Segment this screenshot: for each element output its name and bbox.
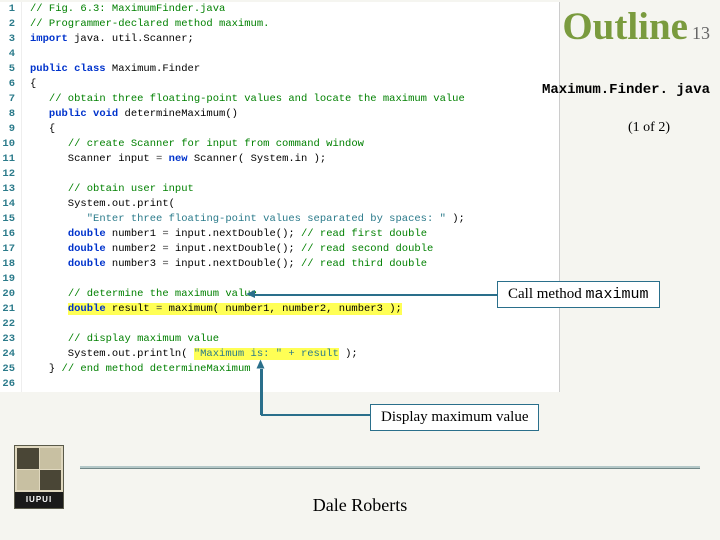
code-line: 9 { [0,122,559,137]
line-number: 4 [0,47,22,62]
code-content: { [22,122,55,137]
code-line: 1// Fig. 6.3: MaximumFinder.java [0,2,559,17]
arrow-head-icon [257,360,265,369]
line-number: 24 [0,347,22,362]
line-number: 17 [0,242,22,257]
code-content: // Fig. 6.3: MaximumFinder.java [22,2,225,17]
code-line: 3import java. util.Scanner; [0,32,559,47]
iupui-logo: IUPUI [14,445,64,509]
line-number: 20 [0,287,22,302]
arrow-head-icon [246,290,255,298]
code-line: 10 // create Scanner for input from comm… [0,137,559,152]
code-line: 2// Programmer-declared method maximum. [0,17,559,32]
line-number: 14 [0,197,22,212]
callout-call-method: Call method maximum [497,281,660,308]
line-number: 11 [0,152,22,167]
code-line: 16 double number1 = input.nextDouble(); … [0,227,559,242]
code-content [22,272,30,287]
line-number: 10 [0,137,22,152]
outline-title: Outline [562,4,688,49]
code-content: // display maximum value [22,332,219,347]
code-content: import java. util.Scanner; [22,32,194,47]
code-line: 24 System.out.println( "Maximum is: " + … [0,347,559,362]
code-line: 23 // display maximum value [0,332,559,347]
code-content: { [22,77,36,92]
line-number: 1 [0,2,22,17]
line-number: 23 [0,332,22,347]
code-listing: 1// Fig. 6.3: MaximumFinder.java2// Prog… [0,2,560,392]
code-content: // obtain user input [22,182,194,197]
code-line: 7 // obtain three floating-point values … [0,92,559,107]
code-content [22,47,30,62]
code-content: // Programmer-declared method maximum. [22,17,269,32]
code-line: 14 System.out.print( [0,197,559,212]
line-number: 8 [0,107,22,122]
slide-header: Outline 13 [562,4,710,49]
arrow-line [261,414,370,416]
code-line: 22 [0,317,559,332]
page-number: 13 [692,23,710,44]
line-number: 16 [0,227,22,242]
filename-label: Maximum.Finder. java [542,82,710,98]
line-number: 2 [0,17,22,32]
code-line: 11 Scanner input = new Scanner( System.i… [0,152,559,167]
code-line: 5public class Maximum.Finder [0,62,559,77]
line-number: 9 [0,122,22,137]
code-content: System.out.print( [22,197,175,212]
line-number: 22 [0,317,22,332]
code-line: 17 double number2 = input.nextDouble(); … [0,242,559,257]
code-content: System.out.println( "Maximum is: " + res… [22,347,358,362]
logo-text: IUPUI [15,492,63,508]
code-content: double number1 = input.nextDouble(); // … [22,227,427,242]
code-line: 15 "Enter three floating-point values se… [0,212,559,227]
code-content: Scanner input = new Scanner( System.in )… [22,152,326,167]
pagination-label: (1 of 2) [628,120,670,136]
code-content: // determine the maximum value [22,287,257,302]
code-content: double number3 = input.nextDouble(); // … [22,257,427,272]
divider [80,466,700,469]
code-content: double number2 = input.nextDouble(); // … [22,242,433,257]
code-content: // create Scanner for input from command… [22,137,364,152]
line-number: 5 [0,62,22,77]
code-line: 19 [0,272,559,287]
line-number: 18 [0,257,22,272]
line-number: 3 [0,32,22,47]
line-number: 12 [0,167,22,182]
line-number: 13 [0,182,22,197]
line-number: 25 [0,362,22,377]
code-content [22,377,30,392]
code-line: 13 // obtain user input [0,182,559,197]
arrow-vert [260,369,263,415]
code-content: "Enter three floating-point values separ… [22,212,465,227]
callout-display-max: Display maximum value [370,404,539,431]
code-content [22,167,30,182]
code-content [22,317,30,332]
code-line: 21 double result = maximum( number1, num… [0,302,559,317]
line-number: 6 [0,77,22,92]
code-line: 6{ [0,77,559,92]
code-content: } // end method determineMaximum [22,362,251,377]
code-line: 4 [0,47,559,62]
line-number: 15 [0,212,22,227]
code-line: 18 double number3 = input.nextDouble(); … [0,257,559,272]
code-line: 12 [0,167,559,182]
code-content: double result = maximum( number1, number… [22,302,402,317]
logo-graphic [15,446,63,492]
code-content: // obtain three floating-point values an… [22,92,465,107]
callout-text: Call method [508,286,586,302]
callout-mono: maximum [586,286,649,303]
line-number: 26 [0,377,22,392]
line-number: 19 [0,272,22,287]
code-line: 26 [0,377,559,392]
line-number: 21 [0,302,22,317]
line-number: 7 [0,92,22,107]
code-line: 25 } // end method determineMaximum [0,362,559,377]
code-line: 8 public void determineMaximum() [0,107,559,122]
author-name: Dale Roberts [313,495,407,516]
code-content: public void determineMaximum() [22,107,238,122]
code-content: public class Maximum.Finder [22,62,200,77]
arrow-line [255,294,497,296]
